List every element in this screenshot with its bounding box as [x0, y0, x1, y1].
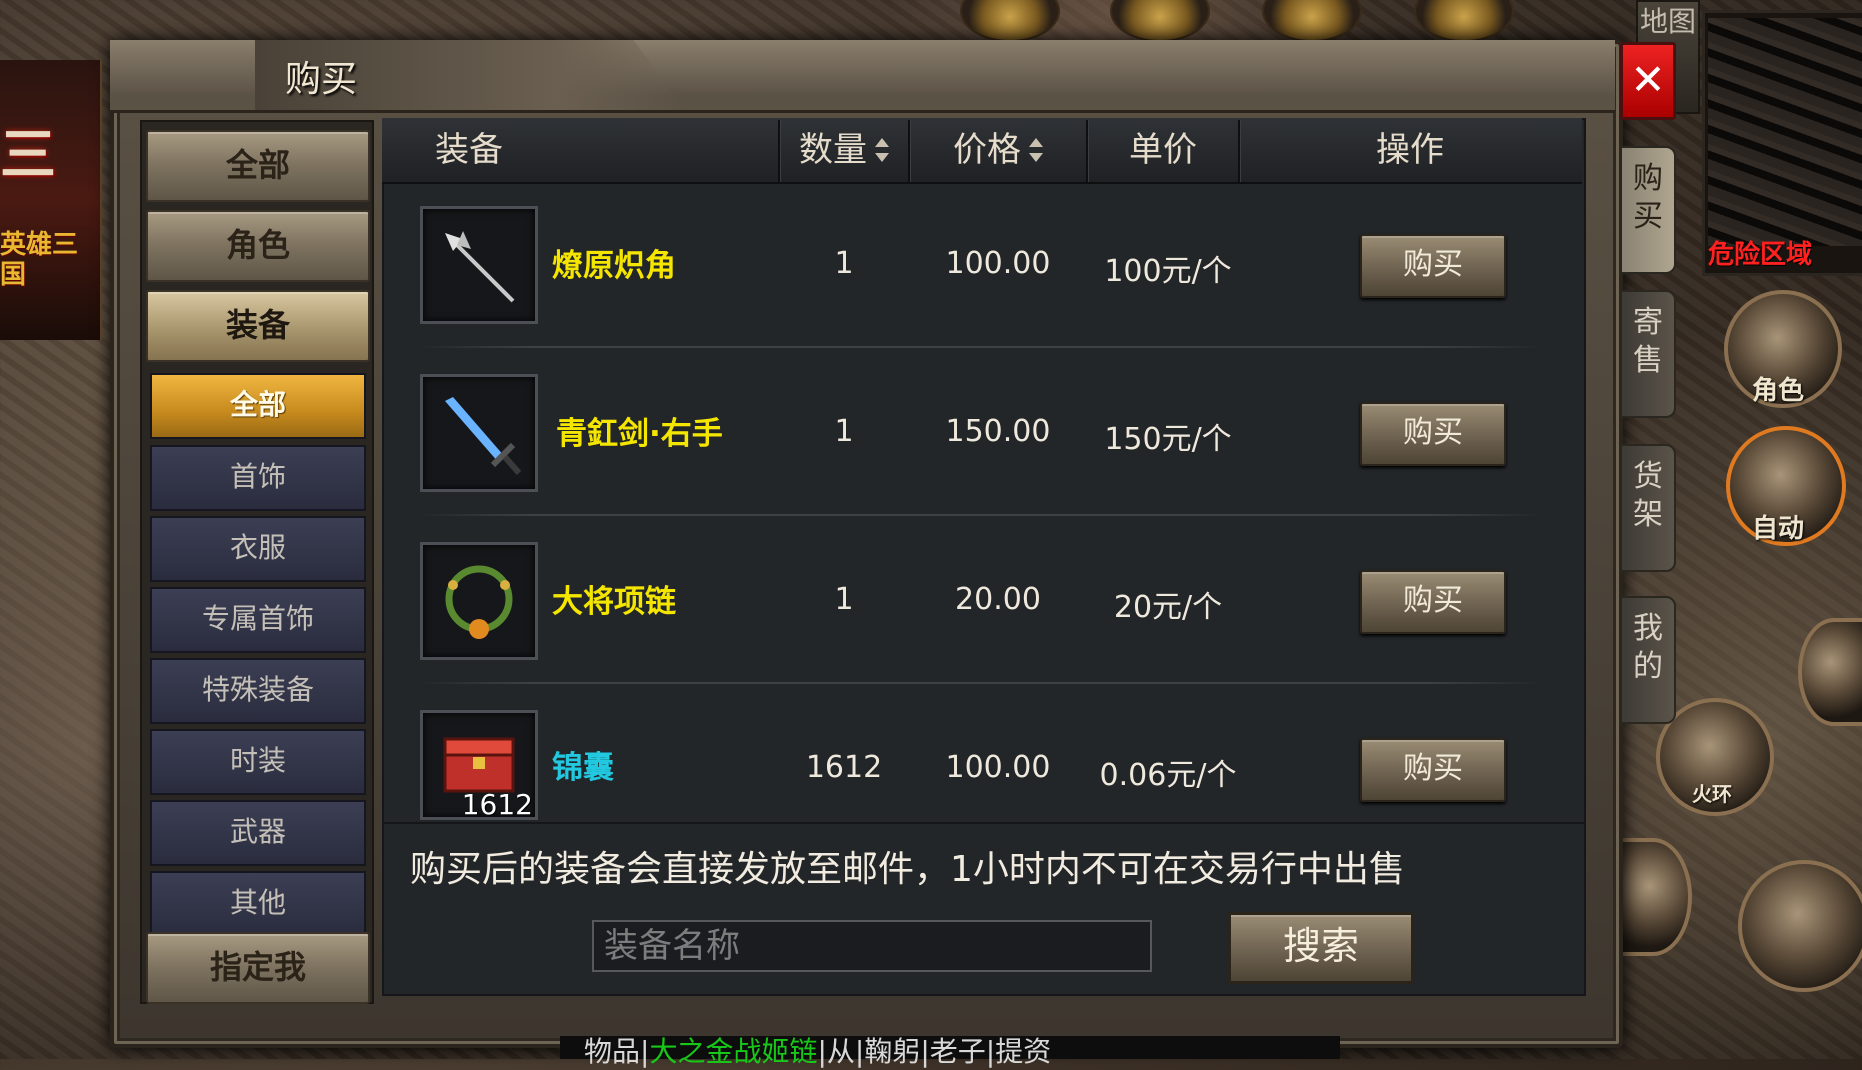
close-icon: ✕: [1630, 55, 1666, 104]
subcategory-all[interactable]: 全部: [150, 373, 366, 439]
item-name: 锦囊: [552, 750, 614, 786]
tab-shelf[interactable]: 货架: [1620, 444, 1676, 572]
header-unit-price: 单价: [1129, 130, 1197, 170]
category-role[interactable]: 角色: [146, 210, 370, 282]
header-quantity: 数量: [799, 130, 867, 170]
buy-button[interactable]: 购买: [1360, 738, 1506, 802]
zone-label: 危险区域: [1708, 240, 1813, 270]
close-button[interactable]: ✕: [1620, 42, 1676, 120]
item-quantity: 1: [834, 414, 854, 449]
subcategory-fashion[interactable]: 时装: [150, 729, 366, 795]
buy-button[interactable]: 购买: [1360, 402, 1506, 466]
header-price-sort[interactable]: 价格: [910, 118, 1086, 182]
sort-icon: [875, 137, 889, 162]
subcategory-special-equipment[interactable]: 特殊装备: [150, 658, 366, 724]
tab-mine[interactable]: 我的: [1620, 596, 1676, 724]
chat-highlight: 大之金战姬链: [649, 1035, 818, 1068]
item-name: 青釭剑·右手: [556, 416, 723, 452]
panel-title: 购买: [285, 59, 358, 100]
item-unit-price: 150元/个: [1104, 422, 1232, 457]
item-slot[interactable]: [420, 206, 538, 324]
necklace-icon: [445, 565, 513, 639]
sort-icon: [1029, 137, 1043, 162]
category-equipment[interactable]: 装备: [146, 290, 370, 362]
search-button[interactable]: 搜索: [1228, 912, 1414, 984]
row-divider: [420, 682, 1540, 684]
category-assigned-to-me[interactable]: 指定我: [146, 932, 370, 1004]
hero-skill-button[interactable]: [1614, 838, 1692, 956]
item-slot[interactable]: 1612: [420, 710, 538, 820]
item-slot[interactable]: [420, 542, 538, 660]
auto-label: 自动: [1752, 514, 1805, 544]
item-price: 100.00: [945, 750, 1051, 785]
row-divider: [420, 514, 1540, 516]
buy-button[interactable]: 购买: [1360, 234, 1506, 298]
tab-buy[interactable]: 购买: [1620, 146, 1676, 274]
logo-subtext: 英雄三国: [0, 230, 79, 290]
chat-suffix: |从|鞠躬|老子|提资: [817, 1035, 1052, 1068]
sword-icon: [445, 397, 522, 475]
stack-count: 1612: [461, 788, 533, 820]
item-price: 100.00: [945, 246, 1051, 281]
game-logo: 三 英雄三国: [0, 60, 102, 340]
item-unit-price: 0.06元/个: [1099, 758, 1237, 793]
item-price: 20.00: [955, 582, 1041, 617]
fire-ring-label: 火环: [1692, 782, 1732, 806]
header-item: 装备: [435, 130, 503, 170]
attack-skill-button[interactable]: [1738, 860, 1862, 992]
item-quantity: 1612: [805, 750, 883, 785]
buy-button[interactable]: 购买: [1360, 570, 1506, 634]
subcategory-exclusive-jewelry[interactable]: 专属首饰: [150, 587, 366, 653]
header-quantity-sort[interactable]: 数量: [780, 118, 908, 182]
role-label: 角色: [1752, 376, 1805, 406]
logo-text: 三: [0, 122, 56, 188]
tab-consign[interactable]: 寄售: [1620, 290, 1676, 418]
subcategory-other[interactable]: 其他: [150, 871, 366, 937]
header-price: 价格: [953, 130, 1021, 170]
item-quantity: 1: [834, 246, 854, 281]
item-name: 燎原炽角: [552, 248, 676, 284]
item-unit-price: 100元/个: [1104, 254, 1232, 289]
dash-skill-button[interactable]: [1798, 618, 1862, 726]
item-slot[interactable]: [420, 374, 538, 492]
subcategory-weapons[interactable]: 武器: [150, 800, 366, 866]
item-unit-price: 20元/个: [1113, 590, 1223, 625]
subcategory-clothes[interactable]: 衣服: [150, 516, 366, 582]
chat-message: 物品|大之金战姬链|从|鞠躬|老子|提资: [584, 1030, 1051, 1070]
row-divider: [420, 346, 1540, 348]
item-quantity: 1: [834, 582, 854, 617]
subcategory-jewelry[interactable]: 首饰: [150, 445, 366, 511]
spear-icon: [445, 231, 515, 303]
minimap-terrain: [1708, 18, 1862, 246]
chat-prefix: 物品|: [584, 1035, 650, 1068]
search-input[interactable]: [592, 920, 1152, 972]
header-action: 操作: [1376, 130, 1444, 170]
item-name: 大将项链: [552, 584, 676, 620]
category-all[interactable]: 全部: [146, 130, 370, 202]
purchase-notice: 购买后的装备会直接发放至邮件，1小时内不可在交易行中出售: [410, 849, 1405, 890]
item-price: 150.00: [945, 414, 1051, 449]
